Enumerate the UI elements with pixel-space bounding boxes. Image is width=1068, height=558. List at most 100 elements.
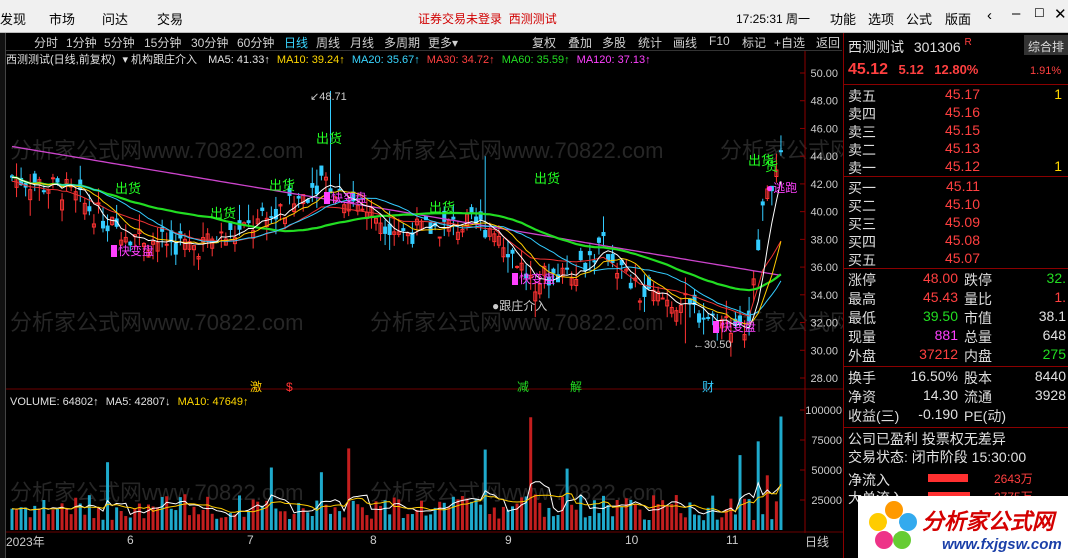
bid-label: 买二: [848, 198, 876, 214]
change-signal: 快变盘: [118, 243, 154, 258]
ask-label: 卖一: [848, 160, 876, 176]
volume-bar: [338, 511, 342, 530]
volume-bar: [665, 506, 669, 530]
stat-value: 48.00: [922, 270, 958, 286]
trade-state: 交易状态: 闭市阶段 15:30:00: [848, 447, 1026, 465]
menu-formula[interactable]: 公式: [906, 9, 932, 28]
event-marker: 财: [702, 380, 714, 394]
sell-signal: 出货: [210, 206, 236, 221]
watermark-text: 分析家公式网www.70822.com: [10, 480, 303, 505]
price-tick-label: 38.00: [810, 234, 838, 246]
volume-bar: [615, 500, 619, 530]
ask-row[interactable]: 卖五 45.17 1: [848, 86, 1066, 104]
watermark-text: 分析家公式网www.70822.com: [370, 138, 663, 163]
candle-body: [610, 253, 615, 263]
volume-bar: [674, 495, 678, 530]
ask-row[interactable]: 卖一 45.12 1: [848, 158, 1066, 176]
indicator-name[interactable]: ▾ 机构跟庄介入: [122, 54, 201, 66]
volume-value: VOLUME: 64802↑: [10, 396, 99, 408]
sell-signal: 出货: [115, 181, 141, 196]
site-logo: 分析家公式网 www.fxjgsw.com: [858, 496, 1068, 558]
vol-ma5-value: MA5: 42807↓: [105, 396, 171, 408]
quote-price: 45.12: [848, 61, 889, 78]
volume-bar: [583, 517, 587, 530]
minimize-icon[interactable]: –: [1012, 5, 1020, 22]
volume-bar: [620, 507, 624, 530]
candle-body: [701, 317, 706, 320]
ask-row[interactable]: 卖二 45.13: [848, 140, 1066, 158]
volume-bar: [592, 500, 596, 530]
price-tick-label: 44.00: [810, 151, 838, 163]
candle-body: [269, 216, 274, 219]
menu-layout[interactable]: 版面: [945, 9, 971, 28]
ask-label: 卖二: [848, 142, 876, 158]
volume-bar: [297, 502, 301, 530]
low-price-marker: ←30.50: [693, 339, 732, 351]
volume-bar: [292, 513, 296, 530]
bid-row[interactable]: 买一 45.11: [848, 178, 1066, 196]
volume-bar: [15, 509, 19, 530]
volume-bar: [333, 507, 337, 530]
volume-bar: [647, 519, 651, 530]
volume-bar: [415, 509, 419, 530]
volume-bar: [369, 518, 373, 530]
sell-signal-tail: 货: [765, 159, 778, 174]
stat-value: 32.: [1046, 270, 1066, 286]
volume-bar: [206, 496, 210, 530]
stat-label: 净资: [848, 389, 876, 405]
volume-bar: [624, 498, 628, 530]
quote-change: 5.12: [898, 62, 924, 77]
quote-panel: 西测测试 301306 R 综合排 1.91% 45.12 5.12 12.80…: [843, 33, 1068, 558]
ask-price: 45.17: [944, 86, 980, 102]
back-icon[interactable]: ‹: [987, 7, 992, 24]
volume-bar: [401, 517, 405, 530]
volume-bar: [456, 499, 460, 530]
stat-label: 现量: [848, 329, 876, 345]
close-icon[interactable]: ✕: [1054, 5, 1067, 23]
sell-signal: 出货: [534, 171, 560, 186]
candle-body: [387, 223, 392, 236]
ask-row[interactable]: 卖四 45.16: [848, 104, 1066, 122]
net-inflow-bar: [928, 474, 968, 482]
ask-row[interactable]: 卖三 45.15: [848, 122, 1066, 140]
bid-row[interactable]: 买三 45.09: [848, 214, 1066, 232]
ma20-value: MA20: 35.67↑: [351, 54, 420, 66]
stat-label: 跌停: [964, 272, 992, 288]
volume-bar: [247, 511, 251, 530]
volume-bar: [242, 516, 246, 530]
volume-bar: [101, 519, 105, 530]
sell-signal: 出货: [269, 178, 295, 193]
volume-bar: [174, 510, 178, 530]
composite-rank-tab[interactable]: 综合排: [1024, 35, 1068, 55]
kline-chart[interactable]: 分析家公式网www.70822.com 分析家公式网www.70822.com 分析…: [0, 0, 843, 558]
volume-bar: [765, 475, 769, 530]
volume-tick-label: 100000: [805, 405, 842, 417]
volume-bar: [638, 509, 642, 530]
bid-row[interactable]: 买五 45.07: [848, 250, 1066, 268]
volume-bar: [329, 513, 332, 530]
volume-bar: [306, 512, 310, 530]
volume-bar: [597, 513, 601, 530]
candle-body: [319, 165, 324, 176]
bid-row[interactable]: 买二 45.10: [848, 196, 1066, 214]
maximize-icon[interactable]: ☐: [1034, 6, 1045, 20]
volume-bar: [497, 518, 501, 530]
volume-bar: [447, 507, 451, 530]
candle-body: [724, 316, 729, 319]
ma-legend: 西测测试(日线,前复权) ▾ 机构跟庄介入 MA5: 41.33↑ MA10: …: [6, 51, 655, 67]
trade-state-label: 交易状态:: [848, 449, 908, 465]
candle-body: [101, 220, 105, 229]
stat-row: 收益(三) -0.190 PE(动): [848, 406, 1066, 424]
volume-bar: [46, 514, 50, 530]
bid-row[interactable]: 买四 45.08: [848, 232, 1066, 250]
volume-bar: [570, 504, 574, 530]
volume-bar: [738, 455, 742, 530]
watermark-text: 分析家公式网www.70822.com: [10, 310, 303, 335]
menu-options[interactable]: 选项: [868, 9, 894, 28]
volume-bar: [547, 507, 551, 530]
candle-body: [105, 225, 110, 232]
stat-label: 内盘: [964, 348, 992, 364]
volume-bar: [720, 517, 724, 530]
follow-signal: ●跟庄介入: [492, 298, 547, 313]
volume-bar: [656, 504, 660, 530]
